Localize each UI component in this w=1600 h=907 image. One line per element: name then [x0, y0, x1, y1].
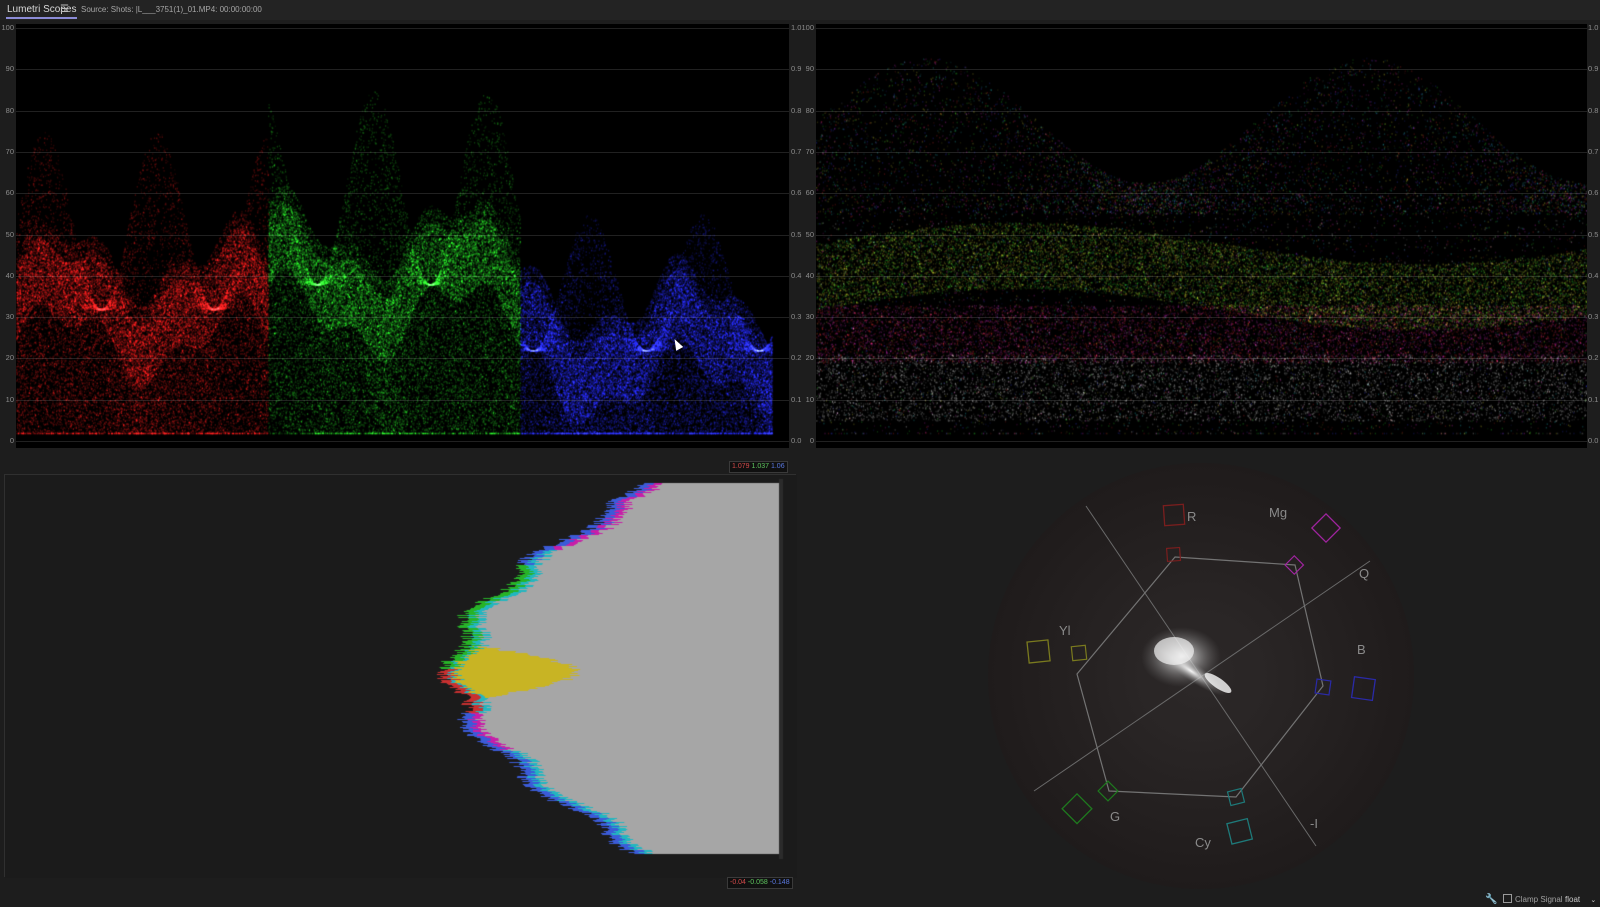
unit-scale-label: 0.1	[1588, 395, 1599, 404]
ire-scale-label: 0	[809, 436, 814, 445]
grid-line	[16, 235, 789, 236]
ire-scale-label: 70	[5, 147, 14, 156]
clamp-signal-label: Clamp Signal	[1515, 895, 1563, 904]
grid-line	[16, 69, 789, 70]
label-i: -I	[1310, 816, 1318, 831]
grid-line	[16, 400, 789, 401]
chevron-down-icon[interactable]: ⌄	[1590, 897, 1596, 904]
grid-line	[816, 69, 1587, 70]
rgb-parade-scope	[16, 24, 789, 448]
histogram-canvas	[5, 475, 797, 878]
ire-scale-label: 50	[5, 230, 14, 239]
unit-scale-label: 0.8	[1588, 106, 1599, 115]
histogram-top-values: 1.079 1.037 1.06	[729, 461, 788, 473]
grid-line	[816, 28, 1587, 29]
label-mg: Mg	[1269, 505, 1287, 520]
ire-scale-label: 30	[5, 312, 14, 321]
label-g: G	[1110, 809, 1120, 824]
rgb-parade-canvas	[16, 24, 789, 448]
histogram-top-b: 1.06	[770, 463, 785, 470]
unit-scale-label: 0.2	[1588, 353, 1599, 362]
ire-scale-label: 20	[5, 353, 14, 362]
ire-scale-label: 90	[5, 64, 14, 73]
unit-scale-label: 0.7	[1588, 147, 1599, 156]
label-q: Q	[1359, 566, 1369, 581]
grid-line	[816, 317, 1587, 318]
ire-scale-label: 60	[805, 188, 814, 197]
precision-dropdown[interactable]: float ⌄	[1565, 894, 1596, 906]
histogram-bottom-b: -0.148	[769, 879, 790, 886]
unit-scale-label: 0.4	[1588, 271, 1599, 280]
ire-scale-label: 100	[801, 23, 814, 32]
grid-line	[816, 276, 1587, 277]
histogram-top-g: 1.037	[751, 463, 770, 470]
source-label: Source: Shots: |L___3751(1)_01.MP4: 00:0…	[81, 5, 262, 14]
grid-line	[16, 111, 789, 112]
label-cy: Cy	[1195, 835, 1211, 850]
grid-line	[816, 400, 1587, 401]
unit-scale-label: 1.0	[1588, 23, 1599, 32]
waveform-canvas	[816, 24, 1587, 448]
label-b: B	[1357, 642, 1366, 657]
grid-line	[816, 152, 1587, 153]
panel-header: Lumetri Scopes ☰ Source: Shots: |L___375…	[0, 0, 1600, 20]
grid-line	[816, 235, 1587, 236]
grid-line	[16, 441, 789, 442]
grid-line	[16, 276, 789, 277]
settings-wrench-icon[interactable]: 🔧	[1485, 894, 1497, 906]
clamp-signal-checkbox[interactable]	[1503, 894, 1512, 903]
histogram-scope	[4, 474, 797, 878]
ire-scale-label: 70	[805, 147, 814, 156]
ire-scale-label: 30	[805, 312, 814, 321]
histogram-top-r: 1.079	[732, 463, 750, 470]
unit-scale-label: 0.3	[1588, 312, 1599, 321]
grid-line	[16, 358, 789, 359]
histogram-bottom-values: -0.04 -0.058 -0.148	[727, 877, 793, 889]
ire-scale-label: 10	[805, 395, 814, 404]
ire-scale-label: 80	[5, 106, 14, 115]
histogram-bottom-r: -0.04	[730, 879, 746, 886]
vectorscope: R Mg Q B Yl G Cy -I	[988, 463, 1414, 889]
unit-scale-label: 0.6	[1588, 188, 1599, 197]
grid-line	[16, 193, 789, 194]
precision-value: float	[1565, 895, 1581, 904]
ire-scale-label: 60	[5, 188, 14, 197]
hamburger-menu-icon[interactable]: ☰	[60, 3, 69, 16]
ire-scale-label: 40	[5, 271, 14, 280]
unit-scale-label: 0.0	[1588, 436, 1599, 445]
waveform-scope	[816, 24, 1587, 448]
ire-scale-label: 100	[1, 23, 14, 32]
ire-scale-label: 80	[805, 106, 814, 115]
histogram-bottom-g: -0.058	[747, 879, 768, 886]
grid-line	[816, 193, 1587, 194]
ire-scale-label: 0	[9, 436, 14, 445]
grid-line	[16, 28, 789, 29]
grid-line	[16, 317, 789, 318]
grid-line	[16, 152, 789, 153]
clamp-signal-toggle[interactable]: Clamp Signal	[1503, 894, 1563, 906]
ire-scale-label: 40	[805, 271, 814, 280]
ire-scale-label: 90	[805, 64, 814, 73]
grid-line	[816, 358, 1587, 359]
label-yl: Yl	[1059, 623, 1071, 638]
ire-scale-label: 10	[5, 395, 14, 404]
ire-scale-label: 50	[805, 230, 814, 239]
unit-scale-label: 0.5	[1588, 230, 1599, 239]
ire-scale-label: 20	[805, 353, 814, 362]
grid-line	[816, 441, 1587, 442]
grid-line	[816, 111, 1587, 112]
label-r: R	[1187, 509, 1196, 524]
unit-scale-label: 0.9	[1588, 64, 1599, 73]
